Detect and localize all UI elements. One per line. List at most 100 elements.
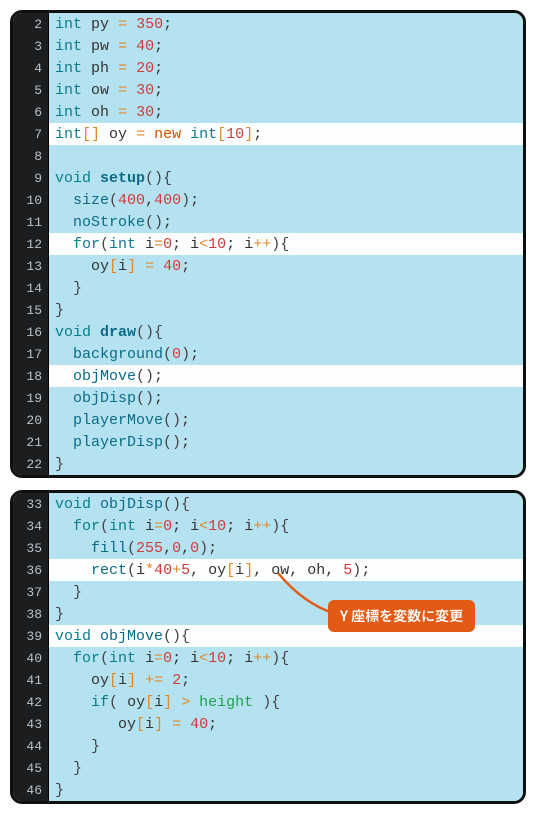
token-num: 40 [163,258,181,275]
token-sp [190,694,199,711]
line-number: 41 [13,669,49,691]
token-brace: ) [199,540,208,557]
line-number: 16 [13,321,49,343]
code-line: 8 [13,145,523,167]
token-ident: ow [91,82,109,99]
code-line: 14 } [13,277,523,299]
token-arr: ] [127,258,136,275]
line-number: 6 [13,101,49,123]
token-num: 10 [208,650,226,667]
token-brace: () [136,390,154,407]
line-number: 17 [13,343,49,365]
line-number: 2 [13,13,49,35]
token-call: objDisp [100,496,163,513]
token-sp [136,518,145,535]
token-keyword: for [73,236,100,253]
code-content: int ow = 30; [49,79,523,101]
token-sp [181,716,190,733]
code-line: 21 playerDisp(); [13,431,523,453]
token-sp [55,214,73,231]
line-number: 20 [13,409,49,431]
code-line: 15} [13,299,523,321]
code-content: for(int i=0; i<10; i++){ [49,647,523,669]
token-num: 10 [226,126,244,143]
token-sp [109,82,118,99]
token-brace: } [73,760,82,777]
token-arr: ] [127,672,136,689]
token-num: 5 [181,562,190,579]
line-number: 8 [13,145,49,167]
code-content: } [49,757,523,779]
token-sp [91,324,100,341]
token-sp [55,390,73,407]
code-content: background(0); [49,343,523,365]
token-brace: ){ [271,236,289,253]
line-number: 11 [13,211,49,233]
token-ident: i [118,672,127,689]
token-num: 400 [118,192,145,209]
token-call: noStroke [73,214,145,231]
code-content: } [49,779,523,801]
line-number: 5 [13,79,49,101]
line-number: 9 [13,167,49,189]
token-brace: ( [109,192,118,209]
token-num: 10 [208,518,226,535]
line-number: 34 [13,515,49,537]
token-brace: } [73,584,82,601]
token-punc: ; [154,390,163,407]
token-sp [55,584,73,601]
token-brace: } [55,302,64,319]
token-num: 5 [343,562,352,579]
token-sp [253,694,262,711]
code-line: 12 for(int i=0; i<10; i++){ [13,233,523,255]
token-sp [55,650,73,667]
token-sp [154,258,163,275]
code-content: if( oy[i] > height ){ [49,691,523,713]
code-line: 2int py = 350; [13,13,523,35]
token-op: < [199,650,208,667]
token-type: void [55,628,91,645]
code-line: 37 } [13,581,523,603]
token-sp [136,650,145,667]
token-arr: [ [217,126,226,143]
token-punc: ; [361,562,370,579]
token-num: 10 [208,236,226,253]
token-type: int [109,650,136,667]
code-content: int ph = 20; [49,57,523,79]
token-sp [55,540,91,557]
token-sp [127,60,136,77]
code-content: for(int i=0; i<10; i++){ [49,233,523,255]
line-number: 40 [13,647,49,669]
token-sp [127,38,136,55]
token-op: + [172,562,181,579]
line-number: 33 [13,493,49,515]
token-brace: } [73,280,82,297]
token-sp [109,38,118,55]
token-op: = [172,716,181,733]
token-call: rect [91,562,127,579]
token-sp [55,694,91,711]
token-sp [55,368,73,385]
code-line: 3int pw = 40; [13,35,523,57]
line-number: 43 [13,713,49,735]
token-sp [82,104,91,121]
token-type: int [190,126,217,143]
token-op: += [145,672,163,689]
token-call: playerDisp [73,434,163,451]
code-content: } [49,581,523,603]
token-sp [91,628,100,645]
token-brace: () [163,412,181,429]
token-sp [55,760,73,777]
line-number: 46 [13,779,49,801]
token-sp [136,672,145,689]
token-sp [82,82,91,99]
token-ident: i [118,258,127,275]
token-brace: ( [100,518,109,535]
token-ident: i [190,650,199,667]
token-punc: , [190,562,208,579]
code-content: noStroke(); [49,211,523,233]
token-num: 40 [136,38,154,55]
token-op: < [199,518,208,535]
token-punc: ; [154,368,163,385]
code-line: 36 rect(i*40+5, oy[i], ow, oh, 5); [13,559,523,581]
